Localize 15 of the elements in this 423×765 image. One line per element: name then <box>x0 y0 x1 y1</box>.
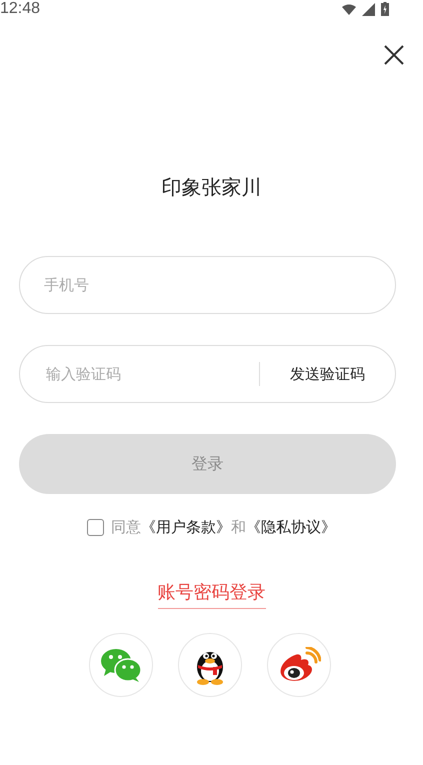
signal-icon <box>362 2 375 16</box>
terms-link[interactable]: 《用户条款》 <box>141 518 231 537</box>
and-text: 和 <box>231 518 246 537</box>
code-field[interactable]: 输入验证码 <box>44 364 259 384</box>
agree-text: 同意 <box>111 518 141 537</box>
app-title: 印象张家川 <box>160 174 262 200</box>
phone-field[interactable]: 手机号 <box>19 256 396 314</box>
chat-bubbles-icon <box>100 647 142 683</box>
privacy-link[interactable]: 《隐私协议》 <box>246 518 336 537</box>
wifi-icon <box>342 4 356 14</box>
agree-checkbox[interactable] <box>87 519 104 536</box>
status-time: 12:48 <box>0 0 40 18</box>
password-login-link[interactable]: 账号密码登录 <box>158 580 266 609</box>
send-code-button[interactable]: 发送验证码 <box>260 354 395 394</box>
close-icon[interactable] <box>383 44 405 66</box>
